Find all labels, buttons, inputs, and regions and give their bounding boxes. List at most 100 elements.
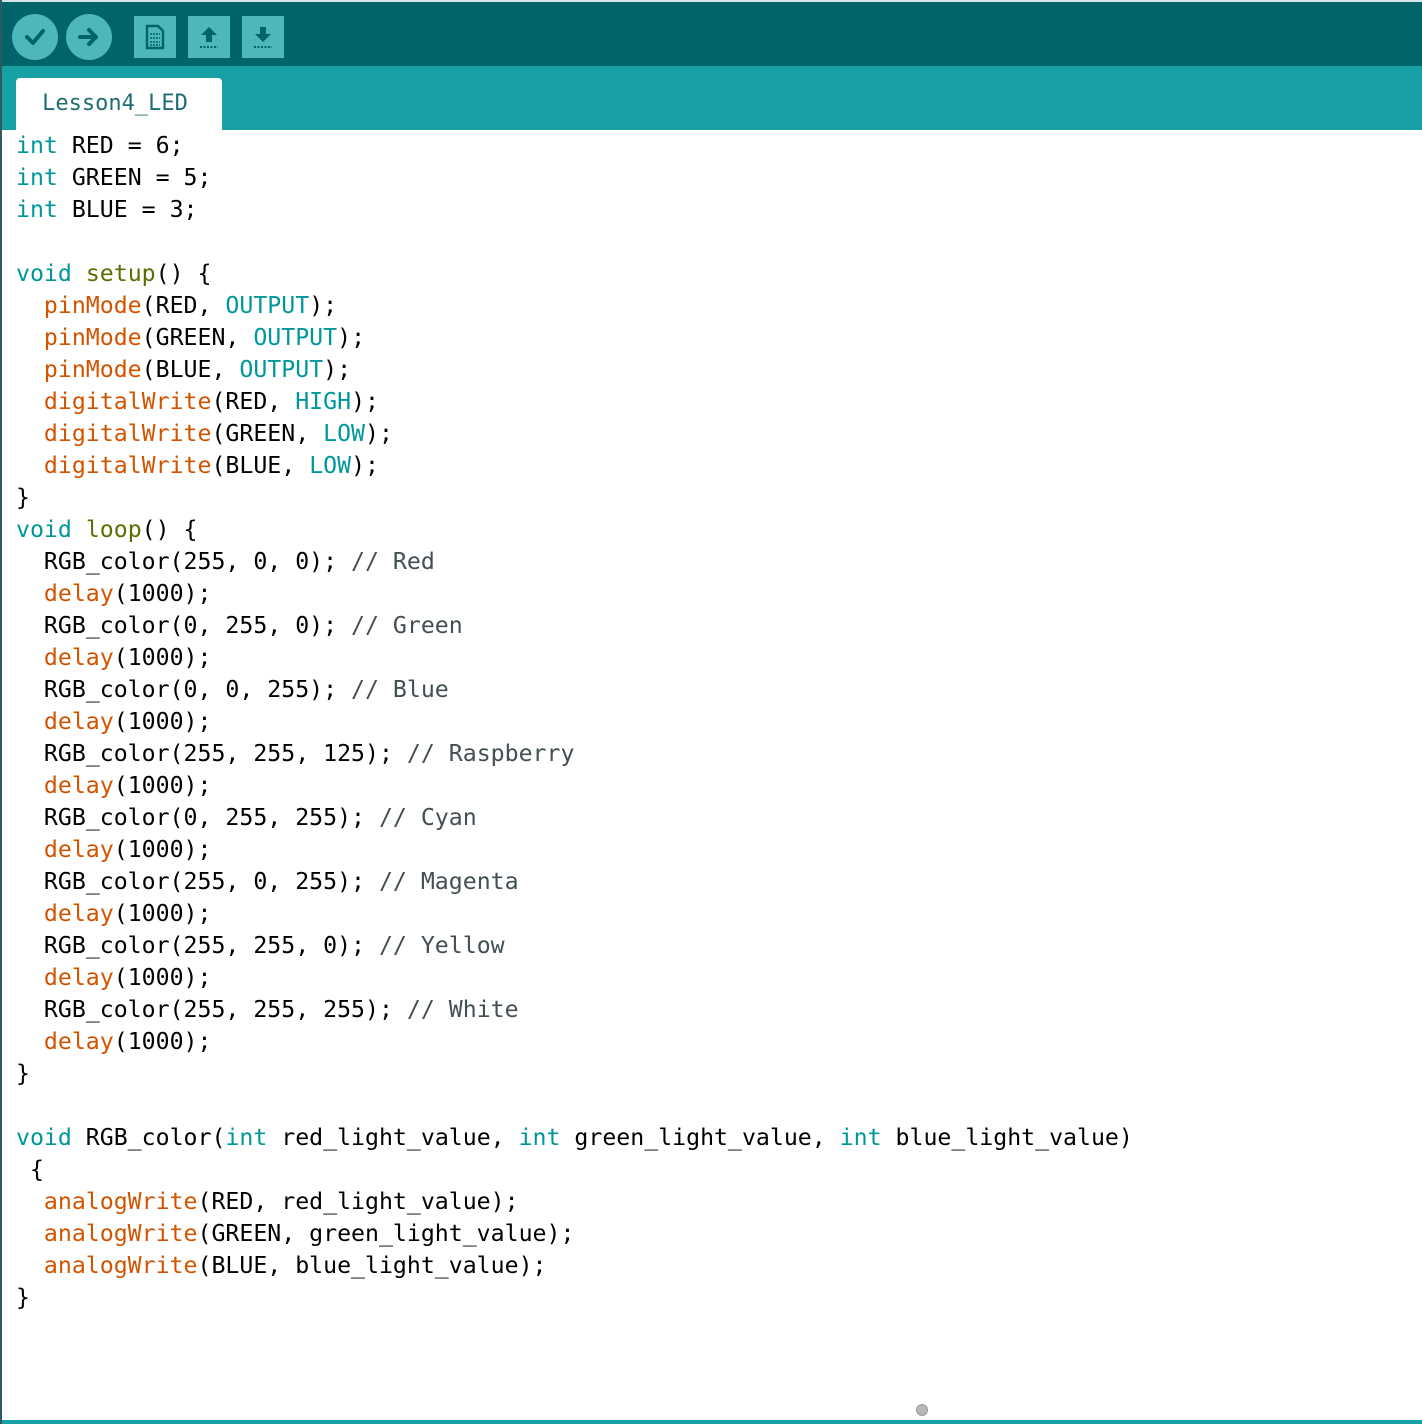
code-line[interactable]: }: [16, 1282, 1133, 1314]
code-line[interactable]: delay(1000);: [16, 642, 1133, 674]
tab-lesson4-led[interactable]: Lesson4_LED: [16, 78, 222, 130]
keyword-token: OUTPUT: [225, 292, 310, 319]
function-token: delay: [43, 900, 114, 927]
code-line[interactable]: RGB_color(255, 255, 125); // Raspberry: [16, 738, 1133, 770]
code-line[interactable]: void loop() {: [16, 514, 1133, 546]
keyword-token: int: [16, 132, 58, 159]
code-token: RGB_color(255, 0, 0);: [16, 548, 352, 575]
open-sketch-button[interactable]: [188, 16, 230, 58]
code-line[interactable]: RGB_color(0, 0, 255); // Blue: [16, 674, 1133, 706]
code-token: RGB_color(0, 255, 255);: [16, 804, 379, 831]
code-line[interactable]: void setup() {: [16, 258, 1133, 290]
code-line[interactable]: RGB_color(255, 255, 0); // Yellow: [16, 930, 1133, 962]
keyword-token: int: [16, 164, 58, 191]
comment-token: // Magenta: [378, 868, 519, 895]
code-editor[interactable]: int RED = 6; int GREEN = 5; int BLUE = 3; v…: [2, 130, 1422, 1420]
code-line[interactable]: {: [16, 1154, 1133, 1186]
code-token: RGB_color(255, 255, 0);: [16, 932, 379, 959]
code-line[interactable]: delay(1000);: [16, 706, 1133, 738]
code-token: (1000);: [113, 900, 212, 927]
code-line[interactable]: delay(1000);: [16, 898, 1133, 930]
keyword-token: int: [518, 1124, 561, 1151]
code-line[interactable]: [16, 226, 1133, 258]
keyword-token: OUTPUT: [253, 324, 338, 351]
keyword-token: int: [225, 1124, 268, 1151]
code-token: () {: [141, 516, 198, 543]
code-line[interactable]: digitalWrite(GREEN, LOW);: [16, 418, 1133, 450]
code-line[interactable]: RGB_color(0, 255, 0); // Green: [16, 610, 1133, 642]
definition-token: loop: [85, 516, 142, 543]
code-line[interactable]: RGB_color(255, 0, 255); // Magenta: [16, 866, 1133, 898]
code-line[interactable]: delay(1000);: [16, 578, 1133, 610]
keyword-token: int: [16, 196, 58, 223]
code-line[interactable]: digitalWrite(BLUE, LOW);: [16, 450, 1133, 482]
keyword-token: HIGH: [295, 388, 352, 415]
code-token: (BLUE,: [141, 356, 240, 383]
code-token: RGB_color(: [71, 1124, 226, 1151]
code-line[interactable]: RGB_color(255, 255, 255); // White: [16, 994, 1133, 1026]
tab-bar: Lesson4_LED: [2, 66, 1422, 130]
code-line[interactable]: pinMode(BLUE, OUTPUT);: [16, 354, 1133, 386]
code-token: RGB_color(0, 0, 255);: [16, 676, 352, 703]
code-line[interactable]: [16, 1090, 1133, 1122]
code-text[interactable]: int RED = 6; int GREEN = 5; int BLUE = 3; v…: [16, 130, 1133, 1314]
code-line[interactable]: pinMode(GREEN, OUTPUT);: [16, 322, 1133, 354]
code-token: );: [351, 388, 379, 415]
save-sketch-button[interactable]: [242, 16, 284, 58]
code-line[interactable]: }: [16, 482, 1133, 514]
code-line[interactable]: RGB_color(0, 255, 255); // Cyan: [16, 802, 1133, 834]
function-token: digitalWrite: [43, 388, 212, 415]
keyword-token: void: [16, 516, 72, 543]
code-token: red_light_value,: [267, 1124, 519, 1151]
code-line[interactable]: RGB_color(255, 0, 0); // Red: [16, 546, 1133, 578]
document-icon: [145, 24, 165, 50]
code-line[interactable]: int BLUE = 3;: [16, 194, 1133, 226]
keyword-token: int: [839, 1124, 882, 1151]
code-line[interactable]: delay(1000);: [16, 770, 1133, 802]
function-token: delay: [43, 644, 114, 671]
code-line[interactable]: analogWrite(GREEN, green_light_value);: [16, 1218, 1133, 1250]
function-token: analogWrite: [43, 1220, 198, 1247]
code-token: );: [351, 452, 379, 479]
code-token: (1000);: [113, 836, 212, 863]
code-line[interactable]: delay(1000);: [16, 834, 1133, 866]
function-token: delay: [43, 772, 114, 799]
code-line[interactable]: digitalWrite(RED, HIGH);: [16, 386, 1133, 418]
code-line[interactable]: int RED = 6;: [16, 130, 1133, 162]
function-token: analogWrite: [43, 1252, 198, 1279]
code-line[interactable]: delay(1000);: [16, 962, 1133, 994]
upload-button[interactable]: [66, 14, 112, 60]
splitter-handle[interactable]: [916, 1404, 928, 1416]
code-line[interactable]: void RGB_color(int red_light_value, int …: [16, 1122, 1133, 1154]
code-line[interactable]: analogWrite(RED, red_light_value);: [16, 1186, 1133, 1218]
function-token: digitalWrite: [43, 452, 212, 479]
code-line[interactable]: int GREEN = 5;: [16, 162, 1133, 194]
code-token: () {: [155, 260, 212, 287]
function-token: delay: [43, 836, 114, 863]
code-line[interactable]: analogWrite(BLUE, blue_light_value);: [16, 1250, 1133, 1282]
arrow-down-icon: [254, 27, 272, 48]
code-line[interactable]: }: [16, 1058, 1133, 1090]
code-token: green_light_value,: [560, 1124, 840, 1151]
arrow-right-icon: [78, 28, 98, 46]
checkmark-icon: [25, 29, 45, 45]
verify-button[interactable]: [12, 14, 58, 60]
keyword-token: LOW: [309, 452, 352, 479]
code-token: BLUE = 3;: [57, 196, 198, 223]
arduino-ide-window: Lesson4_LED int RED = 6; int GREEN = 5; in…: [0, 0, 1422, 1424]
code-token: (1000);: [113, 708, 212, 735]
code-line[interactable]: delay(1000);: [16, 1026, 1133, 1058]
function-token: pinMode: [43, 292, 142, 319]
code-line[interactable]: pinMode(RED, OUTPUT);: [16, 290, 1133, 322]
code-token: (1000);: [113, 1028, 212, 1055]
new-sketch-button[interactable]: [134, 16, 176, 58]
code-token: );: [365, 420, 393, 447]
